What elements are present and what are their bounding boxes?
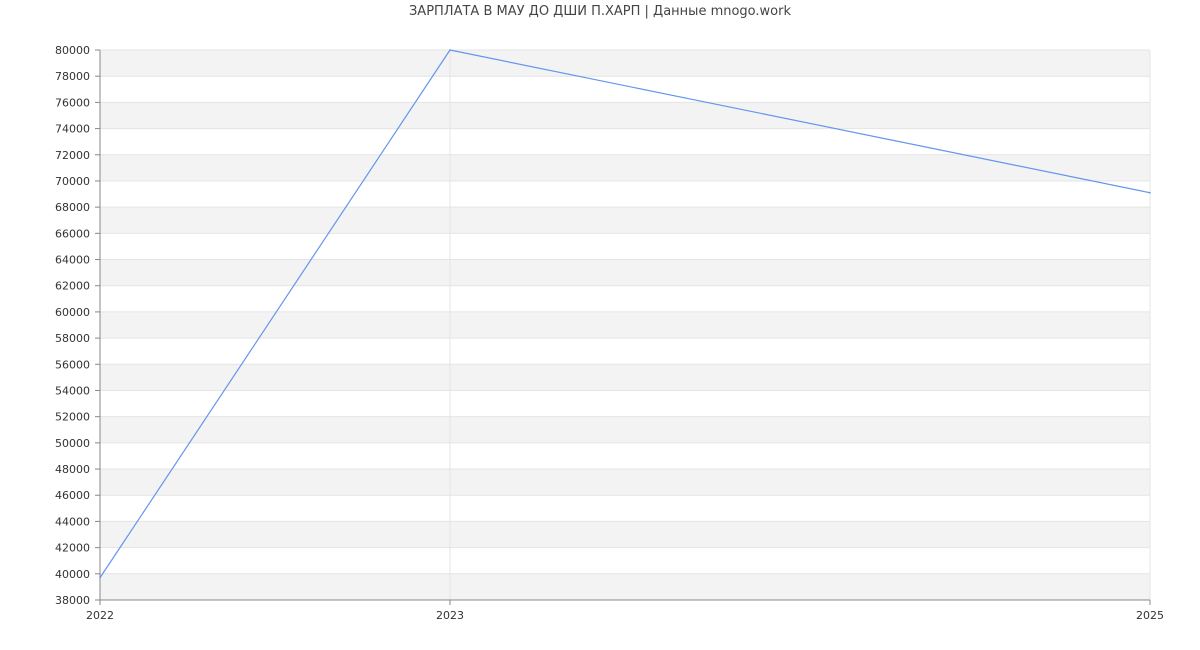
- x-tick-label: 2023: [436, 609, 464, 622]
- background-band: [100, 573, 1150, 600]
- y-tick-label: 38000: [55, 594, 90, 607]
- y-tick-label: 48000: [55, 463, 90, 476]
- y-tick-label: 56000: [55, 358, 90, 371]
- y-tick-label: 44000: [55, 515, 90, 528]
- y-tick-label: 80000: [55, 44, 90, 57]
- y-axis-ticks: 38000 40000 42000 44000 46000 48000 50000 52000…: [55, 44, 100, 607]
- background-bands: [100, 50, 1150, 600]
- background-band: [100, 259, 1150, 286]
- y-tick-label: 62000: [55, 280, 90, 293]
- x-axis-ticks: 2022 2023 2025: [86, 600, 1164, 622]
- y-tick-label: 60000: [55, 306, 90, 319]
- data-point: [449, 49, 451, 51]
- y-tick-label: 64000: [55, 254, 90, 267]
- background-band: [100, 469, 1150, 496]
- background-band: [100, 102, 1150, 129]
- x-tick-label: 2025: [1136, 609, 1164, 622]
- y-tick-label: 42000: [55, 542, 90, 555]
- y-tick-label: 70000: [55, 175, 90, 188]
- background-band: [100, 207, 1150, 234]
- background-band: [100, 521, 1150, 548]
- background-band: [100, 311, 1150, 339]
- background-band: [100, 416, 1150, 443]
- background-band: [100, 364, 1150, 391]
- line-chart: 38000 40000 42000 44000 46000 48000 50000 52000…: [55, 44, 1164, 622]
- y-tick-label: 66000: [55, 227, 90, 240]
- y-tick-label: 78000: [55, 70, 90, 83]
- y-tick-label: 72000: [55, 149, 90, 162]
- y-tick-label: 50000: [55, 437, 90, 450]
- y-tick-label: 74000: [55, 123, 90, 136]
- y-tick-label: 46000: [55, 489, 90, 502]
- y-tick-label: 58000: [55, 332, 90, 345]
- y-tick-label: 54000: [55, 384, 90, 397]
- y-tick-label: 68000: [55, 201, 90, 214]
- data-point: [99, 576, 101, 579]
- y-tick-label: 52000: [55, 411, 90, 424]
- background-band: [100, 154, 1150, 181]
- background-band: [100, 50, 1150, 77]
- data-point: [1149, 191, 1151, 194]
- y-tick-label: 40000: [55, 568, 90, 581]
- x-tick-label: 2022: [86, 609, 114, 622]
- y-tick-label: 76000: [55, 96, 90, 109]
